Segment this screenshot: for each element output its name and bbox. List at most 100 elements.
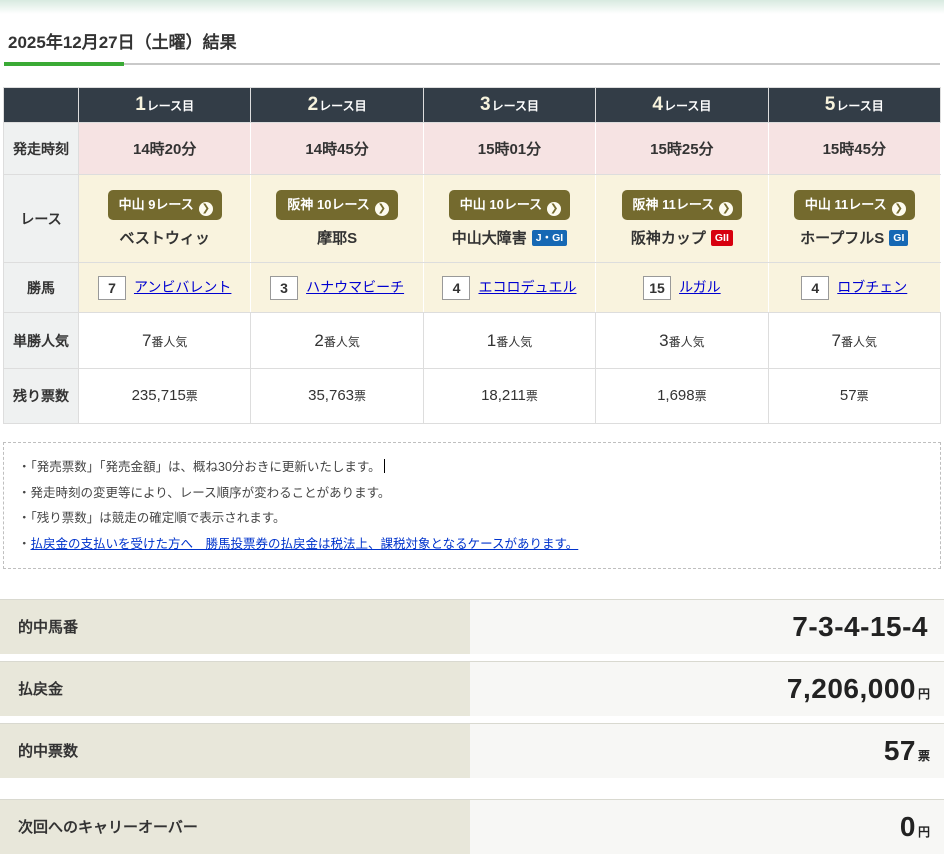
popularity-row: 単勝人気 7番人気 2番人気 1番人気 3番人気 7番人気 [3,312,942,369]
race-3-suffix: レース目 [491,99,539,113]
note-text-2: 発走時刻の変更等により、レース順序が変わることがあります。 [30,485,391,500]
grade-badge-4: GII [710,229,733,246]
bullet: ・ [18,511,31,526]
popularity-cell-5: 7番人気 [767,312,942,369]
summary-label: 払戻金 [0,661,470,716]
popularity-number-1: 7 [141,330,152,350]
votes-cell-3: 18,211票 [422,368,597,424]
race-1-header: 1レース目 [77,87,252,123]
votes-cell-4: 1,698票 [595,368,769,424]
summary-row-winning-numbers: 的中馬番 7-3-4-15-4 [0,598,944,654]
votes-cell-1: 235,715票 [77,368,252,424]
payout-value: 7,206,000 [786,672,916,704]
summary-unit: 円 [917,686,930,701]
race-link-button-2[interactable]: 阪神 10レース ❯ [276,189,398,220]
votes-number-2: 35,763 [308,387,355,404]
summary-row-winning-votes: 的中票数 57 票 [0,722,944,778]
popularity-number-4: 3 [659,330,669,350]
race-name-4: 阪神カップ [630,229,706,247]
race-1-number: 1 [135,94,146,115]
summary-value: 0円 [470,799,944,854]
winner-cell-4: 15 ルガル [595,262,769,313]
race-cell-2: 阪神 10レース ❯ 摩耶S [250,174,424,263]
votes-unit-3: 票 [525,389,538,403]
summary-unit: 円 [917,824,930,839]
summary-row-carryover: 次回へのキャリーオーバー 0円 [0,798,944,854]
note-text-3: 「残り票数」は競走の確定順で表示されます。 [30,511,286,526]
horse-name-link-5[interactable]: ロブチェン [837,279,907,295]
race-link-button-3[interactable]: 中山 10レース ❯ [448,189,571,220]
bullet: ・ [18,485,31,500]
summary-label: 的中馬番 [0,599,470,654]
race-cell-4: 阪神 11レース ❯ 阪神カップ GII [595,174,769,263]
popularity-suffix-5: 番人気 [841,334,878,349]
race-cell-3: 中山 10レース ❯ 中山大障害 J・GI [422,174,597,263]
arrow-circle-icon: ❯ [719,201,734,216]
grade-badge-3: J・GI [531,229,568,246]
summary-section: 的中馬番 7-3-4-15-4 払戻金 7,206,000 円 的中票数 57 票 … [0,598,944,854]
start-time-5: 15時45分 [767,122,942,175]
tax-info-link[interactable]: 払戻金の支払いを受けた方へ 勝馬投票券の払戻金は税法上、課税対象となるケースがあ… [31,537,579,551]
votes-number-3: 18,211 [481,387,526,404]
arrow-circle-icon: ❯ [547,201,562,216]
horse-number-box-3: 4 [442,275,471,300]
race-row-label: レース [3,174,79,263]
race-name-3: 中山大障害 [451,229,527,247]
popularity-suffix-3: 番人気 [496,334,533,349]
start-time-row-label: 発走時刻 [3,122,79,175]
note-line-1: ・「発売票数」「発売金額」は、概ね30分おきに更新いたします。 [18,455,924,481]
bullet: ・ [18,536,31,551]
race-link-button-1[interactable]: 中山 9レース ❯ [107,189,222,220]
popularity-number-3: 1 [486,330,497,350]
popularity-cell-1: 7番人気 [77,312,252,369]
horse-name-link-2[interactable]: ハナウマビーチ [306,279,404,295]
summary-unit: 票 [917,748,930,763]
horse-number-box-2: 3 [270,275,299,300]
start-time-2: 14時45分 [250,122,424,175]
race-link-button-5[interactable]: 中山 11レース ❯ [793,189,915,220]
popularity-cell-4: 3番人気 [595,312,769,369]
race-cell-1: 中山 9レース ❯ ベストウィッ [77,174,252,263]
popularity-number-5: 7 [831,330,841,350]
remaining-votes-row: 残り票数 235,715票 35,763票 18,211票 1,698票 57票 [3,368,942,424]
bullet: ・ [18,460,31,474]
page-header: 2025年12月27日（土曜）結果 [4,22,940,66]
votes-number-1: 235,715 [131,387,186,404]
winner-row: 勝馬 7 アンビバレント 3 ハナウマビーチ 4 エコロデュエル 15 ルガル 4 ロブチ… [3,262,942,313]
race-name-2: 摩耶S [317,229,358,247]
votes-number-5: 57 [839,387,857,404]
popularity-number-2: 2 [314,330,324,350]
race-name-1: ベストウィッ [119,229,210,247]
text-caret [383,459,385,473]
horse-name-link-3[interactable]: エコロデュエル [478,279,576,295]
winner-cell-2: 3 ハナウマビーチ [250,262,424,313]
note-line-3: ・「残り票数」は競走の確定順で表示されます。 [18,506,924,532]
race-5-header: 5レース目 [767,87,942,123]
popularity-cell-2: 2番人気 [250,312,424,369]
popularity-cell-3: 1番人気 [422,312,597,369]
popularity-suffix-1: 番人気 [151,334,188,349]
popularity-suffix-2: 番人気 [323,334,360,349]
popularity-suffix-4: 番人気 [668,334,705,349]
horse-name-link-4[interactable]: ルガル [679,279,721,295]
race-cell-5: 中山 11レース ❯ ホープフルS GI [767,174,942,263]
votes-number-4: 1,698 [657,387,695,404]
winner-cell-5: 4 ロブチェン [767,262,942,313]
title-accent-underline [4,62,124,66]
summary-label: 次回へのキャリーオーバー [0,799,470,854]
race-button-label-2: 阪神 10レース [287,196,370,212]
notes-box: ・「発売票数」「発売金額」は、概ね30分おきに更新いたします。 ・発走時刻の変更… [3,442,941,569]
race-button-label-5: 中山 11レース [804,196,887,212]
summary-value: 57 票 [470,723,944,778]
horse-name-link-1[interactable]: アンビバレント [134,279,231,295]
page-title: 2025年12月27日（土曜）結果 [8,33,237,52]
race-link-button-4[interactable]: 阪神 11レース ❯ [621,189,743,220]
summary-value: 7,206,000 円 [470,661,944,716]
race-row: レース 中山 9レース ❯ ベストウィッ 阪神 10レース ❯ 摩耶S 中山 10レ… [3,174,942,263]
race-2-number: 2 [307,94,319,115]
votes-cell-2: 35,763票 [250,368,424,424]
votes-unit-4: 票 [694,389,707,403]
race-2-header: 2レース目 [250,87,424,123]
winner-cell-3: 4 エコロデュエル [422,262,597,313]
carryover-value: 0 [899,810,916,842]
